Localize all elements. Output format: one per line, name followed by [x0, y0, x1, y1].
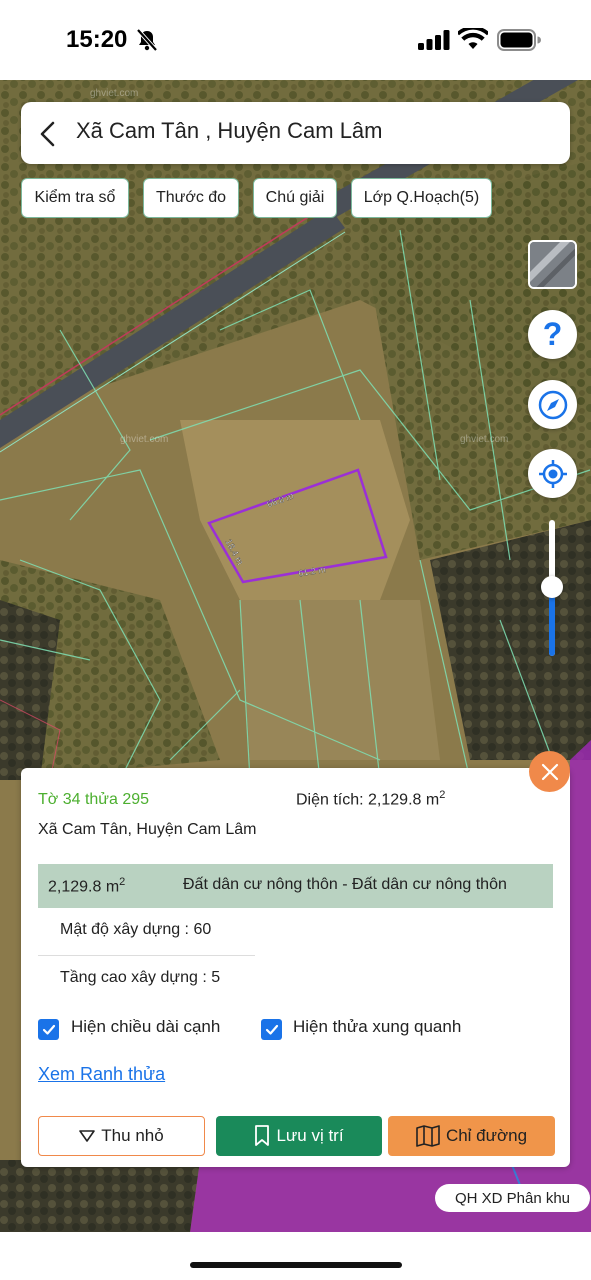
minimize-label: Thu nhỏ — [101, 1126, 164, 1145]
triangle-down-icon — [79, 1130, 96, 1142]
checkmark-icon — [42, 1024, 55, 1035]
status-time: 15:20 — [66, 26, 128, 53]
zone-area-text: 2,129.8 m — [48, 878, 120, 896]
location-title: Xã Cam Tân , Huyện Cam Lâm — [76, 118, 383, 143]
save-location-label: Lưu vị trí — [276, 1126, 344, 1145]
directions-button[interactable]: Chỉ đường — [388, 1116, 555, 1156]
map-icon — [416, 1125, 440, 1147]
close-panel-button[interactable] — [529, 751, 570, 792]
show-neighbors-checkbox[interactable] — [261, 1019, 282, 1040]
save-location-button[interactable]: Lưu vị trí — [216, 1116, 382, 1156]
help-icon: ? — [542, 316, 563, 352]
show-neighbors-label[interactable]: Hiện thửa xung quanh — [293, 1017, 461, 1037]
signal-icon — [418, 30, 450, 50]
satellite-layer-icon — [530, 242, 575, 287]
battery-icon — [497, 29, 541, 51]
parcel-area: Diện tích: 2,129.8 m2 — [296, 789, 445, 809]
close-icon — [541, 763, 558, 780]
bookmark-icon — [255, 1125, 270, 1146]
parcel-area-text: Diện tích: 2,129.8 m — [296, 791, 440, 809]
crosshair-location-icon — [538, 459, 567, 488]
wifi-icon — [458, 28, 488, 49]
parcel-address: Xã Cam Tân, Huyện Cam Lâm — [38, 821, 257, 838]
building-height: Tầng cao xây dựng : 5 — [60, 969, 221, 986]
compass-button[interactable] — [528, 380, 577, 429]
my-location-button[interactable] — [528, 449, 577, 498]
bell-muted-icon — [136, 28, 158, 52]
checkmark-icon — [265, 1024, 278, 1035]
help-button[interactable]: ? — [528, 310, 577, 359]
back-arrow-icon[interactable] — [38, 120, 58, 148]
zone-area-exponent: 2 — [119, 876, 126, 888]
area-unit-exponent: 2 — [439, 789, 446, 801]
check-book-chip[interactable]: Kiểm tra sổ — [21, 178, 129, 218]
home-indicator[interactable] — [190, 1262, 402, 1268]
zoom-slider-handle[interactable] — [541, 576, 563, 598]
status-bar: 15:20 — [0, 0, 591, 80]
building-density: Mật độ xây dựng : 60 — [60, 921, 212, 938]
map-watermark: ghviet.com — [460, 434, 508, 445]
parcel-id: Tờ 34 thửa 295 — [38, 791, 150, 808]
zone-area: 2,129.8 m2 — [48, 876, 125, 896]
legend-chip[interactable]: Chú giải — [253, 178, 337, 218]
map-watermark: ghviet.com — [120, 434, 168, 445]
zone-land-type: Đất dân cư nông thôn - Đất dân cư nông t… — [183, 876, 507, 893]
view-boundary-link[interactable]: Xem Ranh thửa — [38, 1064, 165, 1085]
show-edge-lengths-label[interactable]: Hiện chiều dài cạnh — [71, 1017, 220, 1037]
zoom-slider-fill — [549, 588, 555, 656]
planning-layers-chip[interactable]: Lớp Q.Hoạch(5) — [351, 178, 492, 218]
minimize-button[interactable]: Thu nhỏ — [38, 1116, 205, 1156]
map-layer-toggle[interactable] — [528, 240, 577, 289]
show-edge-lengths-checkbox[interactable] — [38, 1019, 59, 1040]
compass-icon — [538, 390, 567, 419]
map-watermark: ghviet.com — [90, 88, 138, 99]
plan-layer-badge[interactable]: QH XD Phân khu — [435, 1184, 590, 1212]
divider — [38, 955, 255, 956]
ruler-chip[interactable]: Thước đo — [143, 178, 239, 218]
directions-label: Chỉ đường — [445, 1126, 528, 1145]
